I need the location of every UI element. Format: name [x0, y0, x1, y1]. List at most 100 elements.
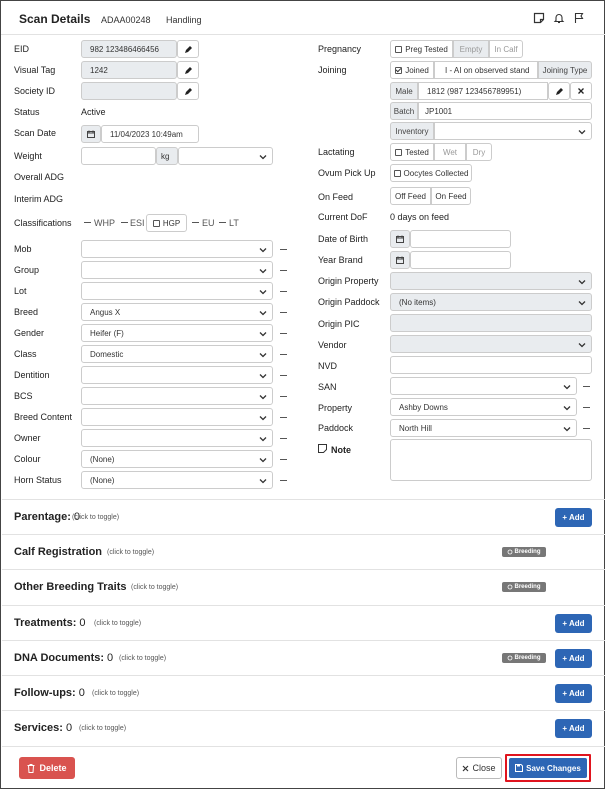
- year-brand-input[interactable]: [410, 251, 511, 269]
- oocytes-collected-toggle[interactable]: Oocytes Collected: [390, 164, 472, 182]
- section-other-breeding-traits[interactable]: Other Breeding Traits (click to toggle) Br…: [2, 569, 605, 604]
- classification-hgp-toggle[interactable]: HGP: [146, 214, 187, 232]
- joined-toggle[interactable]: Joined: [390, 61, 434, 79]
- classification-esi[interactable]: ESI: [130, 218, 145, 228]
- section-follow-ups[interactable]: Follow-ups: 0 (click to toggle) + Add: [2, 675, 605, 710]
- wet-button[interactable]: Wet: [434, 143, 466, 161]
- section-toggle-hint[interactable]: (click to toggle): [72, 514, 119, 521]
- horn-status-select[interactable]: (None): [81, 471, 273, 489]
- section-title[interactable]: Parentage: 0: [14, 511, 80, 523]
- section-toggle-hint[interactable]: (click to toggle): [131, 584, 178, 591]
- property-select[interactable]: Ashby Downs: [390, 398, 577, 416]
- section-title[interactable]: DNA Documents: 0: [14, 652, 113, 664]
- bcs-select[interactable]: [81, 387, 273, 405]
- san-clear-dash[interactable]: [583, 386, 590, 387]
- property-clear-dash[interactable]: [583, 407, 590, 408]
- empty-button[interactable]: Empty: [453, 40, 489, 58]
- add-services-button[interactable]: + Add: [555, 719, 592, 738]
- mob-select[interactable]: [81, 240, 273, 258]
- group-select[interactable]: [81, 261, 273, 279]
- society-id-input[interactable]: [81, 82, 177, 100]
- delete-button[interactable]: Delete: [19, 757, 75, 779]
- origin-pic-input[interactable]: [390, 314, 592, 332]
- section-toggle-hint[interactable]: (click to toggle): [79, 725, 126, 732]
- note-icon[interactable]: [532, 11, 546, 25]
- edit-eid-button[interactable]: [177, 40, 199, 58]
- joining-method-select[interactable]: I - AI on observed stand: [434, 61, 538, 79]
- dob-input[interactable]: [410, 230, 511, 248]
- class-clear-dash[interactable]: [280, 354, 287, 355]
- colour-clear-dash[interactable]: [280, 459, 287, 460]
- breed-content-clear-dash[interactable]: [280, 417, 287, 418]
- visual-tag-input[interactable]: 1242: [81, 61, 177, 79]
- section-toggle-hint[interactable]: (click to toggle): [119, 655, 166, 662]
- classification-whp[interactable]: WHP: [94, 218, 115, 228]
- add-parentage-button[interactable]: + Add: [555, 508, 592, 527]
- gender-select[interactable]: Heifer (F): [81, 324, 273, 342]
- in-calf-button[interactable]: In Calf: [489, 40, 523, 58]
- weight-input[interactable]: [81, 147, 156, 165]
- group-clear-dash[interactable]: [280, 270, 287, 271]
- clear-sire-button[interactable]: [570, 82, 592, 100]
- breed-clear-dash[interactable]: [280, 312, 287, 313]
- paddock-select[interactable]: North Hill: [390, 419, 577, 437]
- section-dna-documents[interactable]: DNA Documents: 0 (click to toggle) Breeding…: [2, 640, 605, 675]
- section-treatments[interactable]: Treatments: 0 (click to toggle) + Add: [2, 605, 605, 640]
- preg-tested-toggle[interactable]: Preg Tested: [390, 40, 453, 58]
- owner-select[interactable]: [81, 429, 273, 447]
- classification-eu[interactable]: EU: [202, 218, 215, 228]
- add-treatments-button[interactable]: + Add: [555, 614, 592, 633]
- section-title[interactable]: Services: 0: [14, 722, 72, 734]
- weight-unit-select[interactable]: [178, 147, 273, 165]
- dentition-clear-dash[interactable]: [280, 375, 287, 376]
- nvd-input[interactable]: [390, 356, 592, 374]
- joining-type-button[interactable]: Joining Type: [538, 61, 592, 79]
- calendar-icon[interactable]: [390, 230, 410, 248]
- bcs-clear-dash[interactable]: [280, 396, 287, 397]
- breed-content-select[interactable]: [81, 408, 273, 426]
- edit-society-id-button[interactable]: [177, 82, 199, 100]
- classification-lt[interactable]: LT: [229, 218, 239, 228]
- section-services[interactable]: Services: 0 (click to toggle) + Add: [2, 710, 605, 745]
- dentition-select[interactable]: [81, 366, 273, 384]
- calendar-icon[interactable]: [81, 125, 101, 143]
- section-title[interactable]: Treatments: 0: [14, 617, 85, 629]
- gender-clear-dash[interactable]: [280, 333, 287, 334]
- section-title[interactable]: Other Breeding Traits: [14, 581, 126, 593]
- calendar-icon[interactable]: [390, 251, 410, 269]
- add-follow-ups-button[interactable]: + Add: [555, 684, 592, 703]
- save-changes-button[interactable]: Save Changes: [509, 758, 587, 778]
- on-feed-button[interactable]: On Feed: [431, 187, 471, 205]
- san-select[interactable]: [390, 377, 577, 395]
- batch-input[interactable]: JP1001: [418, 102, 592, 120]
- add-dna-documents-button[interactable]: + Add: [555, 649, 592, 668]
- bell-icon[interactable]: [552, 11, 566, 25]
- section-toggle-hint[interactable]: (click to toggle): [107, 549, 154, 556]
- note-textarea[interactable]: [390, 439, 592, 481]
- section-title[interactable]: Calf Registration: [14, 546, 102, 558]
- section-toggle-hint[interactable]: (click to toggle): [94, 620, 141, 627]
- edit-visual-tag-button[interactable]: [177, 61, 199, 79]
- colour-select[interactable]: (None): [81, 450, 273, 468]
- lot-clear-dash[interactable]: [280, 291, 287, 292]
- origin-paddock-select[interactable]: (No items): [390, 293, 592, 311]
- close-button[interactable]: Close: [456, 757, 502, 779]
- paddock-clear-dash[interactable]: [583, 428, 590, 429]
- section-title[interactable]: Follow-ups: 0: [14, 687, 85, 699]
- eid-input[interactable]: 982 123486466456: [81, 40, 177, 58]
- owner-clear-dash[interactable]: [280, 438, 287, 439]
- section-toggle-hint[interactable]: (click to toggle): [92, 690, 139, 697]
- dry-button[interactable]: Dry: [466, 143, 492, 161]
- inventory-select[interactable]: [434, 122, 592, 140]
- scan-date-input[interactable]: 11/04/2023 10:49am: [101, 125, 199, 143]
- sire-value[interactable]: 1812 (987 123456789951): [418, 82, 548, 100]
- class-select[interactable]: Domestic: [81, 345, 273, 363]
- flag-icon[interactable]: [572, 11, 586, 25]
- origin-property-select[interactable]: [390, 272, 592, 290]
- vendor-select[interactable]: [390, 335, 592, 353]
- lot-select[interactable]: [81, 282, 273, 300]
- horn-status-clear-dash[interactable]: [280, 480, 287, 481]
- section-calf-registration[interactable]: Calf Registration (click to toggle) Breedi…: [2, 534, 605, 569]
- mob-clear-dash[interactable]: [280, 249, 287, 250]
- breed-select[interactable]: Angus X: [81, 303, 273, 321]
